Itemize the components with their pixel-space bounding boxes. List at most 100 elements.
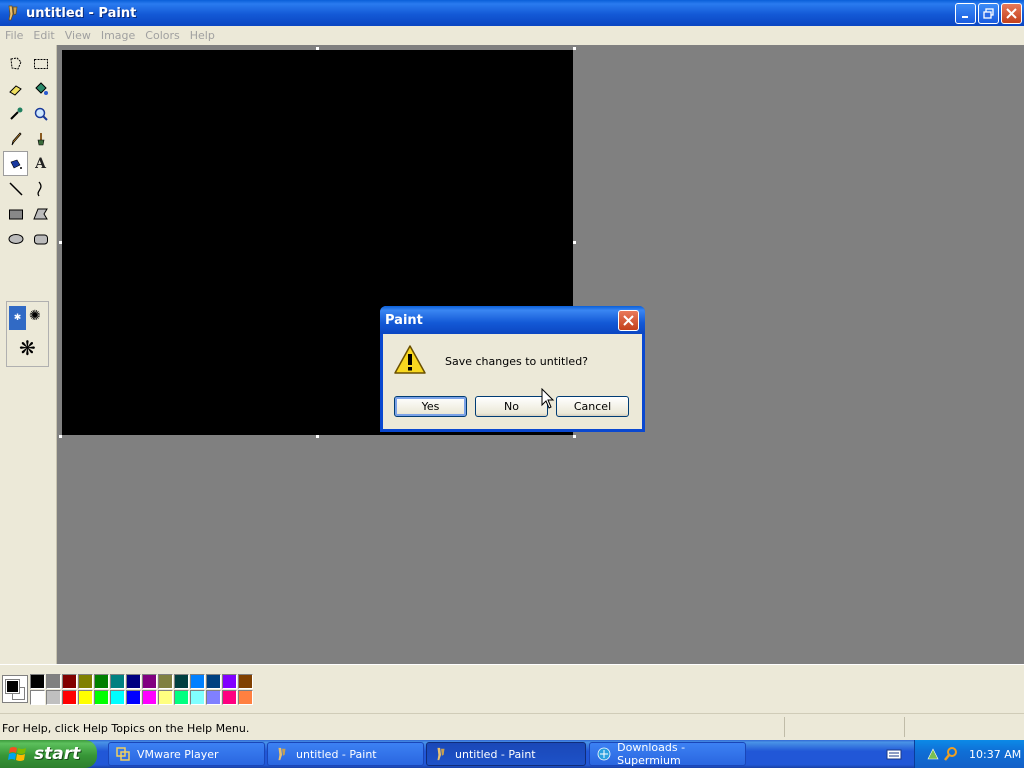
menu-edit[interactable]: Edit bbox=[28, 29, 59, 42]
color-swatch[interactable] bbox=[110, 690, 125, 705]
dialog-title: Paint bbox=[385, 312, 423, 328]
dialog-title-bar: Paint bbox=[380, 306, 645, 334]
menu-file[interactable]: File bbox=[0, 29, 28, 42]
color-swatch[interactable] bbox=[238, 690, 253, 705]
taskbar-item-vmware[interactable]: VMware Player bbox=[108, 742, 265, 766]
resize-handle[interactable] bbox=[573, 241, 576, 244]
restore-button[interactable] bbox=[978, 3, 999, 24]
polygon-icon[interactable] bbox=[28, 201, 53, 226]
color-swatch[interactable] bbox=[190, 690, 205, 705]
start-button[interactable]: start bbox=[0, 740, 97, 768]
menu-colors[interactable]: Colors bbox=[140, 29, 184, 42]
taskbar-item-paint[interactable]: untitled - Paint bbox=[267, 742, 424, 766]
curve-icon[interactable] bbox=[28, 176, 53, 201]
color-swatch[interactable] bbox=[78, 690, 93, 705]
color-swatch[interactable] bbox=[142, 674, 157, 689]
color-swatch[interactable] bbox=[222, 674, 237, 689]
menu-view[interactable]: View bbox=[60, 29, 96, 42]
dialog-message: Save changes to untitled? bbox=[445, 355, 589, 368]
resize-handle[interactable] bbox=[316, 435, 319, 438]
dialog-close-button[interactable] bbox=[618, 310, 639, 331]
status-help-text: For Help, click Help Topics on the Help … bbox=[2, 722, 250, 735]
paint-app-icon bbox=[8, 5, 18, 21]
keyboard-icon[interactable] bbox=[886, 747, 902, 761]
resize-handle[interactable] bbox=[316, 47, 319, 50]
spray-small-option[interactable]: ✱ bbox=[9, 306, 26, 330]
menu-bar: File Edit View Image Colors Help bbox=[0, 26, 1024, 45]
eraser-icon[interactable] bbox=[3, 76, 28, 101]
paint-icon bbox=[433, 746, 449, 762]
color-swatch[interactable] bbox=[222, 690, 237, 705]
color-swatch[interactable] bbox=[174, 674, 189, 689]
color-palette bbox=[0, 664, 1024, 713]
resize-handle[interactable] bbox=[573, 47, 576, 50]
close-button[interactable] bbox=[1001, 3, 1022, 24]
rect-select-icon[interactable] bbox=[28, 51, 53, 76]
brush-icon[interactable] bbox=[28, 126, 53, 151]
ellipse-icon[interactable] bbox=[3, 226, 28, 251]
magnifier-icon[interactable] bbox=[28, 101, 53, 126]
cancel-button[interactable]: Cancel bbox=[556, 396, 629, 417]
taskbar-item-browser[interactable]: Downloads - Supermium bbox=[589, 741, 746, 767]
system-tray: 10:37 AM bbox=[914, 740, 1024, 768]
rounded-rect-icon[interactable] bbox=[28, 226, 53, 251]
resize-handle[interactable] bbox=[573, 435, 576, 438]
color-swatch[interactable] bbox=[238, 674, 253, 689]
mouse-cursor-icon bbox=[541, 388, 555, 409]
status-panel-coords bbox=[784, 717, 785, 737]
rectangle-icon[interactable] bbox=[3, 201, 28, 226]
paint-icon bbox=[274, 746, 290, 762]
taskbar-item-label: untitled - Paint bbox=[296, 747, 377, 761]
color-swatch[interactable] bbox=[190, 674, 205, 689]
color-swatch[interactable] bbox=[174, 690, 189, 705]
menu-image[interactable]: Image bbox=[96, 29, 140, 42]
color-swatch[interactable] bbox=[158, 674, 173, 689]
color-swatch[interactable] bbox=[158, 690, 173, 705]
taskbar-item-label: VMware Player bbox=[137, 747, 219, 761]
close-icon bbox=[623, 315, 634, 326]
yes-button[interactable]: Yes bbox=[394, 396, 467, 417]
current-colors bbox=[2, 675, 28, 703]
color-swatch[interactable] bbox=[78, 674, 93, 689]
pencil-icon[interactable] bbox=[3, 126, 28, 151]
foreground-color bbox=[5, 679, 20, 694]
menu-help[interactable]: Help bbox=[185, 29, 220, 42]
clock: 10:37 AM bbox=[969, 747, 1022, 761]
text-icon[interactable]: A bbox=[28, 151, 53, 176]
color-swatch[interactable] bbox=[142, 690, 157, 705]
free-form-select-icon[interactable] bbox=[3, 51, 28, 76]
network-icon[interactable] bbox=[925, 746, 941, 762]
window-title: untitled - Paint bbox=[26, 5, 137, 21]
color-swatch[interactable] bbox=[30, 674, 45, 689]
resize-handle[interactable] bbox=[59, 435, 62, 438]
toolbox: A ✱ ✺ ❋ bbox=[0, 45, 57, 664]
color-swatch[interactable] bbox=[126, 674, 141, 689]
color-swatch[interactable] bbox=[206, 674, 221, 689]
fill-bucket-icon[interactable] bbox=[28, 76, 53, 101]
no-button[interactable]: No bbox=[475, 396, 548, 417]
warning-icon bbox=[394, 345, 426, 374]
color-swatch[interactable] bbox=[126, 690, 141, 705]
line-icon[interactable] bbox=[3, 176, 28, 201]
spray-medium-option[interactable]: ✺ bbox=[29, 308, 41, 324]
spray-large-option[interactable]: ❋ bbox=[19, 336, 36, 360]
swatch-grid bbox=[30, 674, 254, 706]
color-swatch[interactable] bbox=[30, 690, 45, 705]
color-swatch[interactable] bbox=[62, 674, 77, 689]
color-swatch[interactable] bbox=[94, 690, 109, 705]
resize-handle[interactable] bbox=[59, 241, 62, 244]
minimize-button[interactable] bbox=[955, 3, 976, 24]
taskbar-item-paint-active[interactable]: untitled - Paint bbox=[426, 742, 586, 766]
color-swatch[interactable] bbox=[206, 690, 221, 705]
color-swatch[interactable] bbox=[94, 674, 109, 689]
color-picker-icon[interactable] bbox=[3, 101, 28, 126]
search-icon[interactable] bbox=[943, 746, 959, 762]
save-dialog: Paint Save changes to untitled? Yes No C… bbox=[380, 306, 645, 432]
color-swatch[interactable] bbox=[110, 674, 125, 689]
taskbar-item-label: Downloads - Supermium bbox=[617, 741, 686, 767]
airbrush-icon[interactable] bbox=[3, 151, 28, 176]
color-swatch[interactable] bbox=[46, 690, 61, 705]
color-swatch[interactable] bbox=[46, 674, 61, 689]
start-label: start bbox=[34, 744, 81, 764]
color-swatch[interactable] bbox=[62, 690, 77, 705]
